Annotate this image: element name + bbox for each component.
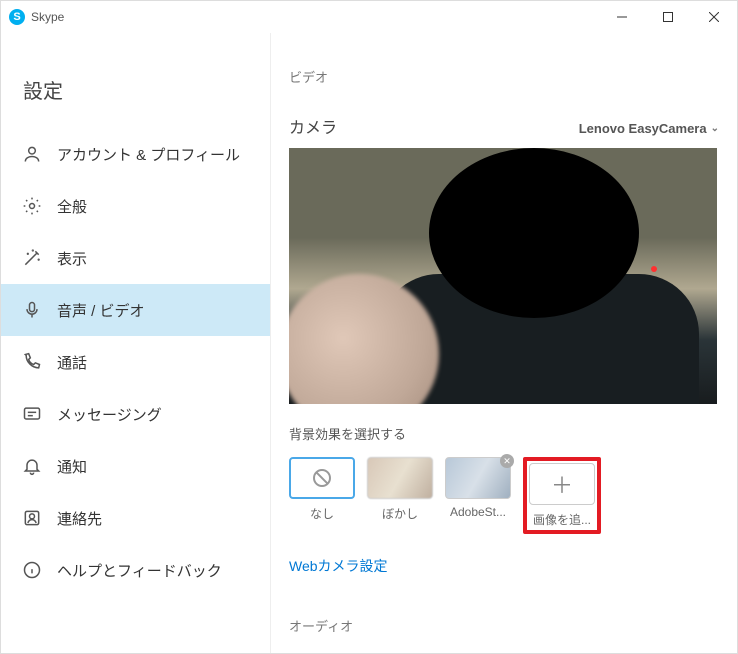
sidebar-item-label: 表示 — [57, 248, 87, 269]
sidebar-item-general[interactable]: 全般 — [1, 180, 270, 232]
minimize-button[interactable] — [599, 1, 645, 33]
webcam-settings-link[interactable]: Webカメラ設定 — [289, 556, 388, 576]
settings-header: 設定 — [1, 63, 270, 128]
bg-option-blur[interactable]: ぼかし — [367, 457, 433, 522]
settings-sidebar: 設定 アカウント & プロフィール 全般 表示 — [1, 33, 271, 653]
account-icon — [21, 144, 43, 164]
phone-icon — [21, 352, 43, 372]
sidebar-item-label: 音声 / ビデオ — [57, 300, 145, 321]
sidebar-item-help[interactable]: ヘルプとフィードバック — [1, 544, 270, 596]
sidebar-item-label: ヘルプとフィードバック — [57, 560, 222, 581]
close-button[interactable] — [691, 1, 737, 33]
audio-section-header: オーディオ — [289, 616, 719, 635]
sidebar-item-label: アカウント & プロフィール — [57, 144, 240, 165]
bg-option-none[interactable]: なし — [289, 457, 355, 522]
skype-logo-icon: S — [9, 9, 25, 25]
sidebar-item-label: 連絡先 — [57, 508, 102, 529]
bg-caption: AdobeSt... — [450, 505, 506, 519]
bg-caption: 画像を追... — [533, 511, 591, 528]
maximize-icon — [663, 12, 673, 22]
none-icon — [313, 469, 331, 487]
camera-select[interactable]: Lenovo EasyCamera ⌄ — [579, 121, 719, 136]
sidebar-item-calling[interactable]: 通話 — [1, 336, 270, 388]
plus-icon: ＋ — [551, 468, 573, 500]
sidebar-item-messaging[interactable]: メッセージング — [1, 388, 270, 440]
main-panel: ビデオ カメラ Lenovo EasyCamera ⌄ 背景効果を選択する なし — [271, 33, 737, 653]
bg-caption: ぼかし — [382, 505, 418, 522]
sidebar-item-audio-video[interactable]: 音声 / ビデオ — [1, 284, 270, 336]
bell-icon — [21, 456, 43, 476]
skype-window: S Skype 設定 アカウント & プロフィール — [0, 0, 738, 654]
maximize-button[interactable] — [645, 1, 691, 33]
camera-selected-value: Lenovo EasyCamera — [579, 121, 707, 136]
sidebar-item-notifications[interactable]: 通知 — [1, 440, 270, 492]
info-icon — [21, 560, 43, 580]
sidebar-item-label: 通話 — [57, 352, 87, 373]
gear-icon — [21, 196, 43, 216]
sidebar-item-contacts[interactable]: 連絡先 — [1, 492, 270, 544]
contacts-icon — [21, 508, 43, 528]
bg-caption: なし — [310, 505, 334, 522]
bg-thumb-add: ＋ — [529, 463, 595, 505]
bg-thumb-blur — [367, 457, 433, 499]
sidebar-item-label: メッセージング — [57, 404, 162, 425]
camera-label: カメラ — [289, 114, 337, 138]
window-title: Skype — [31, 10, 64, 24]
sidebar-item-account[interactable]: アカウント & プロフィール — [1, 128, 270, 180]
bg-thumb-none — [289, 457, 355, 499]
background-options-row: なし ぼかし AdobeSt... ＋ 画像を追... — [289, 457, 719, 534]
sidebar-item-label: 通知 — [57, 456, 87, 477]
background-effect-label: 背景効果を選択する — [289, 424, 719, 443]
titlebar: S Skype — [1, 1, 737, 33]
close-icon — [709, 12, 719, 22]
bg-thumb-image — [445, 457, 511, 499]
bg-option-add-image[interactable]: ＋ 画像を追... — [529, 463, 595, 528]
highlight-annotation: ＋ 画像を追... — [523, 457, 601, 534]
minimize-icon — [617, 12, 627, 22]
video-section-header: ビデオ — [289, 67, 719, 86]
camera-preview — [289, 148, 717, 404]
wand-icon — [21, 248, 43, 268]
message-icon — [21, 404, 43, 424]
sidebar-item-label: 全般 — [57, 196, 87, 217]
chevron-down-icon: ⌄ — [711, 123, 719, 134]
microphone-icon — [21, 300, 43, 320]
sidebar-item-appearance[interactable]: 表示 — [1, 232, 270, 284]
bg-option-image[interactable]: AdobeSt... — [445, 457, 511, 519]
